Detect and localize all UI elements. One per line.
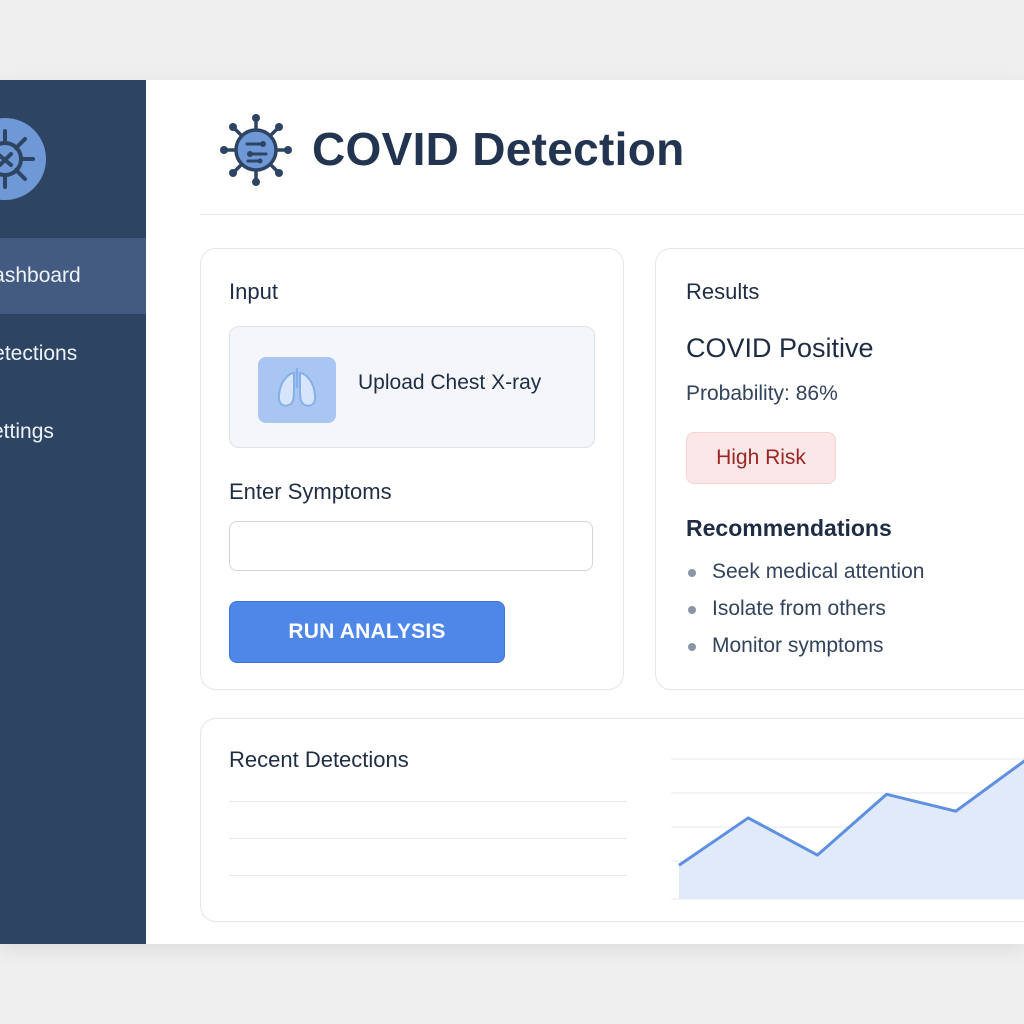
sidebar-item-label: Settings bbox=[0, 420, 54, 443]
upload-label: Upload Chest X-ray bbox=[358, 371, 542, 394]
list-divider bbox=[229, 838, 627, 839]
results-card: Results COVID Positive Probability: 86% … bbox=[655, 248, 1024, 690]
results-card-title: Results bbox=[686, 279, 760, 304]
input-card-title: Input bbox=[229, 279, 278, 304]
recommendation-item: Monitor symptoms bbox=[686, 631, 924, 668]
recommendation-item: Seek medical attention bbox=[686, 557, 924, 594]
recent-detections-card: Recent Detections bbox=[200, 718, 1024, 922]
list-divider bbox=[229, 875, 627, 876]
recent-detections-title: Recent Detections bbox=[229, 747, 409, 772]
sidebar-item-dashboard[interactable]: Dashboard bbox=[0, 238, 146, 314]
recommendations-heading: Recommendations bbox=[686, 515, 892, 541]
sidebar-item-detections[interactable]: Detections bbox=[0, 316, 146, 392]
input-card: Input Upload Chest X-ray Enter Symptoms … bbox=[200, 248, 624, 690]
list-divider bbox=[229, 801, 627, 802]
symptoms-input[interactable] bbox=[229, 521, 593, 571]
page-header: COVID Detection bbox=[200, 80, 1024, 215]
detections-trend-chart bbox=[671, 758, 1024, 900]
page-title: COVID Detection bbox=[312, 123, 685, 175]
sidebar-item-label: Dashboard bbox=[0, 264, 81, 287]
probability-row: Probability: 86% bbox=[686, 382, 838, 406]
run-analysis-button[interactable]: RUN ANALYSIS bbox=[229, 601, 505, 663]
lungs-icon bbox=[258, 357, 336, 423]
symptoms-label: Enter Symptoms bbox=[229, 479, 392, 504]
sidebar-logo bbox=[0, 118, 46, 200]
risk-badge: High Risk bbox=[686, 432, 836, 484]
sidebar-item-label: Detections bbox=[0, 342, 78, 365]
recommendation-item: Isolate from others bbox=[686, 594, 924, 631]
app-window: Dashboard Detections Settings bbox=[0, 80, 1024, 944]
probability-label: Probability: bbox=[686, 382, 790, 405]
probability-value: 86% bbox=[795, 382, 838, 405]
virus-icon bbox=[0, 129, 35, 189]
result-status: COVID Positive bbox=[686, 333, 874, 363]
sidebar-item-settings[interactable]: Settings bbox=[0, 394, 146, 470]
recommendations-list: Seek medical attention Isolate from othe… bbox=[686, 557, 924, 668]
upload-dropzone[interactable]: Upload Chest X-ray bbox=[229, 326, 595, 448]
virus-icon bbox=[218, 112, 294, 193]
sidebar: Dashboard Detections Settings bbox=[0, 80, 146, 944]
